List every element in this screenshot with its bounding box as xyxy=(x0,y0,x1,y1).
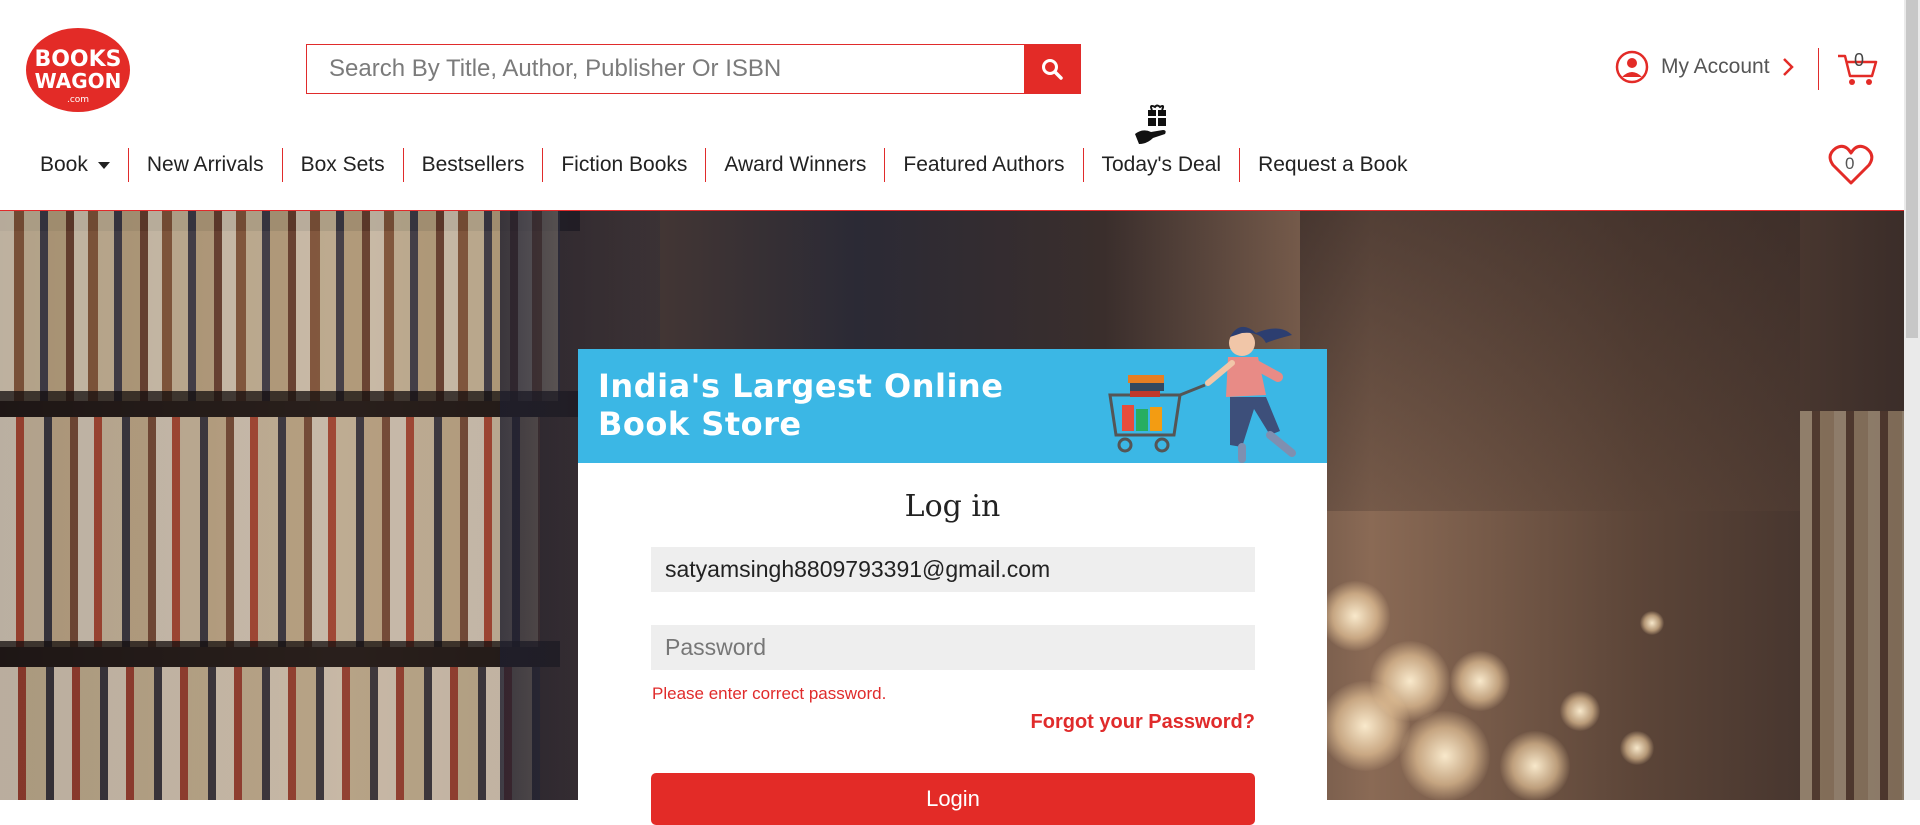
nav-item-todays-deal[interactable]: Today's Deal xyxy=(1082,148,1240,182)
shelf-board xyxy=(0,391,580,417)
svg-text:.com: .com xyxy=(67,95,89,105)
banner-line-1: India's Largest Online xyxy=(598,367,1004,405)
scrollbar-thumb[interactable] xyxy=(1906,0,1918,338)
password-field[interactable] xyxy=(651,625,1255,670)
nav-item-fiction-books[interactable]: Fiction Books xyxy=(542,148,705,182)
email-field[interactable] xyxy=(651,547,1255,592)
light-bokeh xyxy=(1640,611,1664,635)
nav-item-award-winners[interactable]: Award Winners xyxy=(705,148,884,182)
banner-text: India's Largest Online Book Store xyxy=(598,367,1003,443)
bookswagon-logo[interactable]: BOOKS WAGON .com xyxy=(22,24,134,114)
nav-item-bestsellers[interactable]: Bestsellers xyxy=(402,148,543,182)
cart-count: 0 xyxy=(1854,50,1865,70)
nav-item-book[interactable]: Book xyxy=(22,148,128,182)
search-input[interactable] xyxy=(307,45,1024,93)
search-bar xyxy=(306,44,1081,94)
caret-down-icon xyxy=(97,161,110,169)
book-row xyxy=(1800,411,1904,800)
book-row xyxy=(0,667,540,800)
site-header: BOOKS WAGON .com My Account xyxy=(0,0,1904,211)
book-row xyxy=(0,417,540,647)
light-bokeh xyxy=(1620,731,1654,765)
light-bokeh xyxy=(1400,711,1490,800)
main-nav: Book New Arrivals Box Sets Bestsellers F… xyxy=(22,148,1426,182)
my-account-link[interactable]: My Account xyxy=(1615,50,1794,84)
user-icon xyxy=(1615,50,1649,84)
shelf-board xyxy=(0,641,560,667)
light-bokeh xyxy=(1320,681,1410,771)
header-divider xyxy=(1818,48,1819,90)
ceiling-shadow xyxy=(1300,211,1800,511)
wishlist-count: 0 xyxy=(1845,154,1855,173)
password-error-message: Please enter correct password. xyxy=(652,684,887,703)
login-card: India's Largest Online Book Store Log in… xyxy=(578,326,1327,825)
nav-item-featured-authors[interactable]: Featured Authors xyxy=(884,148,1082,182)
chevron-right-icon xyxy=(1782,58,1794,76)
forgot-password-link[interactable]: Forgot your Password? xyxy=(1031,711,1255,734)
login-button[interactable]: Login xyxy=(651,773,1255,825)
svg-text:WAGON: WAGON xyxy=(35,69,122,93)
gift-icon xyxy=(1133,104,1173,148)
page-scrollbar[interactable] xyxy=(1904,0,1920,800)
light-bokeh xyxy=(1450,651,1510,711)
light-bokeh xyxy=(1560,691,1600,731)
book-row xyxy=(0,211,560,401)
banner-line-2: Book Store xyxy=(598,405,802,443)
light-bokeh xyxy=(1500,731,1570,800)
login-title: Log in xyxy=(904,489,1001,524)
search-button[interactable] xyxy=(1024,45,1080,93)
nav-item-request-a-book[interactable]: Request a Book xyxy=(1239,148,1425,182)
search-icon xyxy=(1042,59,1063,80)
nav-item-label: Book xyxy=(40,153,88,176)
nav-item-box-sets[interactable]: Box Sets xyxy=(281,148,403,182)
light-bokeh xyxy=(1320,581,1390,651)
my-account-label: My Account xyxy=(1661,55,1770,78)
shopping-girl-illustration xyxy=(1108,326,1296,463)
nav-item-new-arrivals[interactable]: New Arrivals xyxy=(127,148,282,182)
